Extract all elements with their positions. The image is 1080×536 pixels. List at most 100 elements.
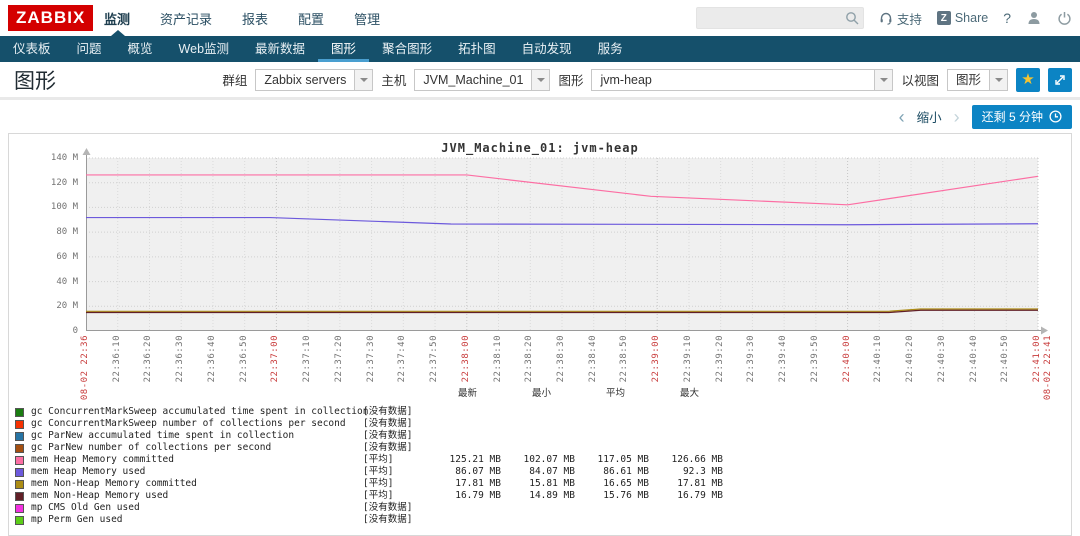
- user-profile-icon[interactable]: [1026, 10, 1042, 26]
- legend-item-value: [649, 502, 723, 514]
- x-tick-label: 22:36:30: [175, 335, 186, 383]
- x-tick-label: 22:40:40: [968, 335, 979, 383]
- legend-item-value: [575, 514, 649, 526]
- zabbix-logo[interactable]: ZABBIX: [8, 5, 94, 31]
- subnav-item[interactable]: 服务: [585, 36, 636, 62]
- legend-swatch-wrap: [15, 430, 31, 442]
- legend-item-value: 16.79 MB: [455, 490, 501, 501]
- legend-item-value: [501, 442, 575, 454]
- legend-header-spacer: [363, 386, 427, 406]
- subnav-item[interactable]: 拓扑图: [445, 36, 509, 62]
- subnav-item[interactable]: Web监测: [166, 36, 242, 62]
- fullscreen-button[interactable]: [1048, 67, 1072, 92]
- legend-item-label: mp CMS Old Gen used: [31, 502, 140, 513]
- subnav-item[interactable]: 最新数据: [242, 36, 318, 62]
- subnav-item[interactable]: 概览: [115, 36, 166, 62]
- x-tick-label: 22:40:10: [873, 335, 884, 383]
- legend-item-value: [501, 514, 575, 526]
- headset-icon: [880, 12, 892, 25]
- chevron-down-icon[interactable]: [531, 69, 550, 90]
- legend-item-value: [501, 502, 575, 514]
- legend-item-value: 86.61 MB: [603, 466, 649, 477]
- legend-item-value: 92.3 MB: [682, 466, 723, 477]
- time-back-button[interactable]: ‹: [899, 108, 905, 126]
- legend-swatch-wrap: [15, 418, 31, 430]
- menu-item[interactable]: 报表: [242, 9, 268, 28]
- graph-select[interactable]: jvm-heap: [591, 68, 894, 91]
- legend-item-function: [没有数据]: [363, 430, 413, 441]
- legend-item-label: gc ParNew number of collections per seco…: [31, 442, 272, 453]
- legend-swatch-wrap: [15, 466, 31, 478]
- legend-item-label: gc ConcurrentMarkSweep number of collect…: [31, 418, 346, 429]
- legend-item-value: 17.81 MB: [677, 478, 723, 489]
- x-tick-label: 22:39:10: [682, 335, 693, 383]
- view-as-select[interactable]: 图形: [946, 68, 1008, 91]
- group-select-value: Zabbix servers: [264, 72, 347, 87]
- time-forward-button[interactable]: ›: [954, 108, 960, 126]
- legend-item-function: [平均]: [363, 466, 394, 477]
- legend-color-swatch: [15, 479, 24, 489]
- topbar-right: 支持 Z Share ?: [695, 0, 1072, 36]
- legend-item-function: [没有数据]: [363, 418, 413, 429]
- legend-item-value: 86.07 MB: [455, 466, 501, 477]
- share-icon: Z: [936, 11, 951, 25]
- graph-title: JVM_Machine_01: jvm-heap: [441, 141, 639, 155]
- legend-column-header: 最小: [531, 388, 551, 399]
- legend-item-value: 117.05 MB: [597, 454, 649, 465]
- active-menu-caret: [111, 30, 125, 36]
- y-axis-labels: 0 20 M 40 M 60 M 80 M 100 M 120 M 140 M: [18, 153, 78, 336]
- subnav-item[interactable]: 自动发现: [509, 36, 585, 62]
- zoom-out-button[interactable]: 缩小: [917, 107, 942, 126]
- time-remaining-button[interactable]: 还剩 5 分钟: [971, 104, 1072, 129]
- legend-item-label: mem Non-Heap Memory used: [31, 490, 169, 501]
- group-select[interactable]: Zabbix servers: [255, 68, 374, 91]
- legend-item-value: 14.89 MB: [529, 490, 575, 501]
- share-label: Share: [954, 11, 989, 25]
- legend-item-value: [427, 442, 501, 454]
- menu-item[interactable]: 监测: [104, 9, 130, 28]
- x-tick-label: 22:37:00: [270, 335, 281, 383]
- graph-panel: JVM_Machine_01: jvm-heap 0 20 M 40 M 60 M 80…: [8, 133, 1072, 536]
- y-tick-label: 60 M: [56, 251, 78, 262]
- support-link[interactable]: 支持: [879, 9, 922, 28]
- legend-item-value: [575, 502, 649, 514]
- x-tick-label: 22:38:40: [587, 335, 598, 383]
- subnav-item[interactable]: 聚合图形: [369, 36, 445, 62]
- x-axis-arrow-icon: [1041, 326, 1048, 335]
- subnav-item[interactable]: 问题: [64, 36, 115, 62]
- subnav-item[interactable]: 图形: [318, 36, 369, 62]
- legend-item-value: 16.65 MB: [603, 478, 649, 489]
- search-icon[interactable]: [845, 11, 859, 25]
- legend-color-swatch: [15, 455, 24, 465]
- legend-column-header: 最新: [457, 388, 477, 399]
- legend-item-function: [没有数据]: [363, 514, 413, 525]
- x-tick-label: 22:36:50: [238, 335, 249, 383]
- x-tick-label: 22:40:50: [1000, 335, 1011, 383]
- graph-plot-area[interactable]: [82, 148, 1048, 335]
- x-tick-label: 22:40:00: [841, 335, 852, 383]
- chevron-down-icon[interactable]: [874, 69, 893, 90]
- menu-item[interactable]: 配置: [298, 9, 324, 28]
- legend-item-value: 16.79 MB: [677, 490, 723, 501]
- logout-icon[interactable]: [1057, 11, 1072, 26]
- host-select[interactable]: JVM_Machine_01: [414, 68, 551, 91]
- legend-item-value: 15.81 MB: [529, 478, 575, 489]
- legend-color-swatch: [15, 515, 24, 525]
- share-link[interactable]: Z Share: [936, 11, 989, 25]
- help-link[interactable]: ?: [1003, 10, 1011, 26]
- menu-item[interactable]: 资产记录: [160, 9, 212, 28]
- legend-swatch-wrap: [15, 406, 31, 418]
- legend-item-function: [平均]: [363, 490, 394, 501]
- legend-item-value: 84.07 MB: [529, 466, 575, 477]
- chevron-down-icon[interactable]: [354, 69, 373, 90]
- chevron-down-icon[interactable]: [989, 69, 1007, 90]
- menu-item[interactable]: 管理: [354, 9, 380, 28]
- subnav-item[interactable]: 仪表板: [0, 36, 64, 62]
- y-tick-label: 20 M: [56, 301, 78, 312]
- favourite-button[interactable]: ★: [1016, 67, 1040, 92]
- legend-item-label: mem Heap Memory used: [31, 466, 146, 477]
- legend-swatch-wrap: [15, 502, 31, 514]
- y-tick-label: 100 M: [50, 202, 78, 213]
- search-input[interactable]: [695, 7, 864, 29]
- legend-item-value: [649, 418, 723, 430]
